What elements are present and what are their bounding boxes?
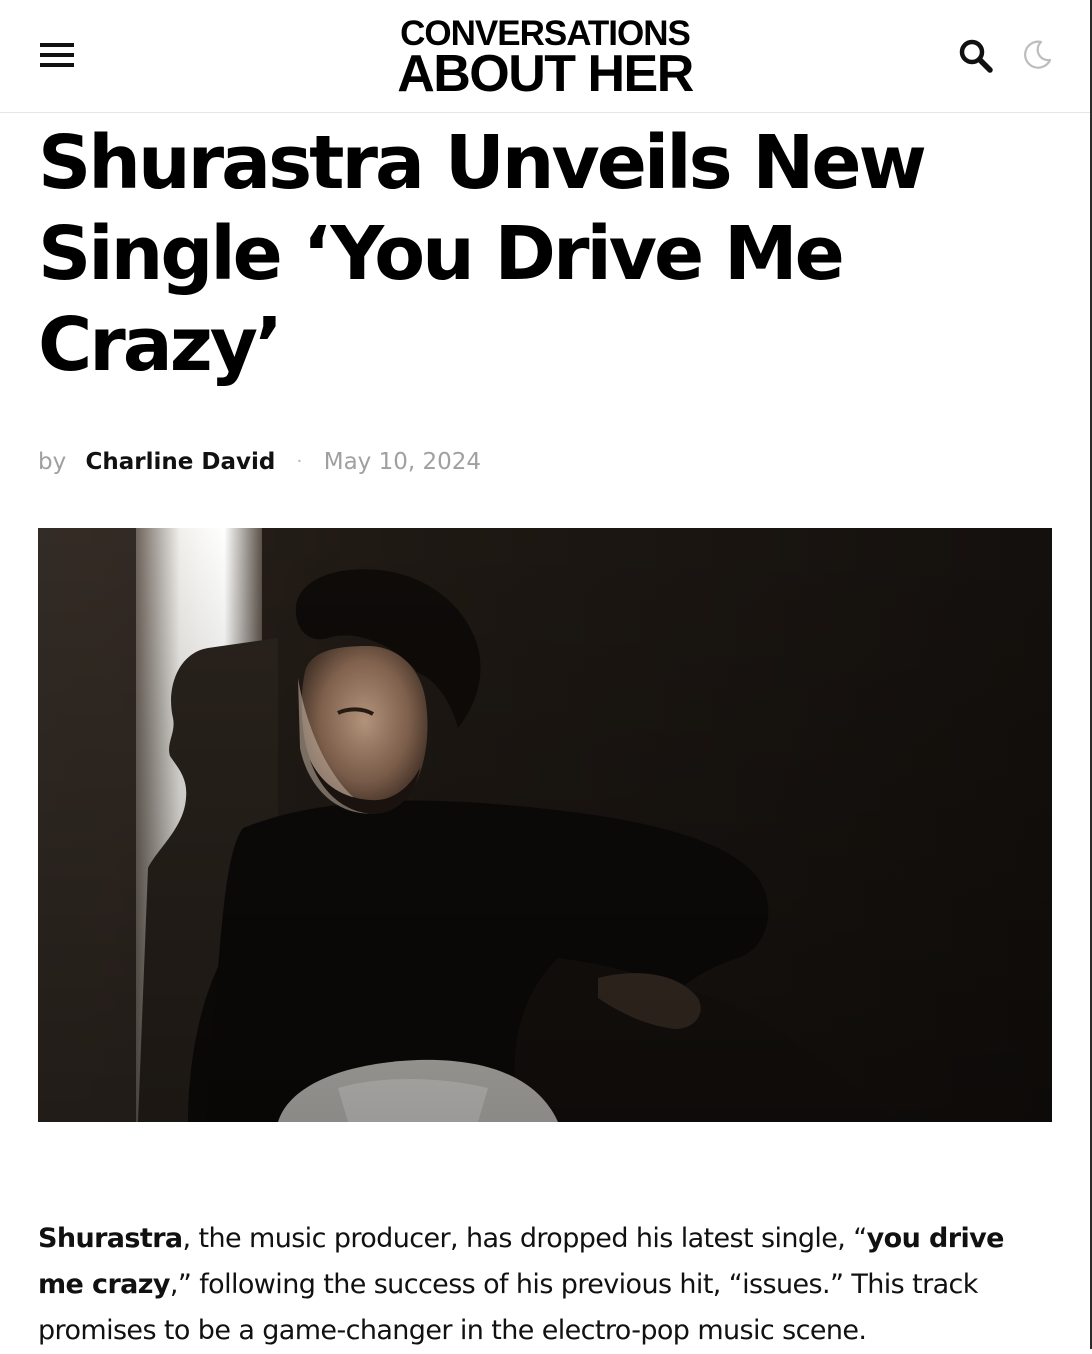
search-icon	[959, 39, 993, 73]
logo-line-2: ABOUT HER	[397, 45, 694, 103]
site-header: CONVERSATIONS ABOUT HER	[0, 0, 1090, 113]
byline-prefix: by	[38, 449, 67, 475]
moon-icon	[1024, 40, 1052, 69]
man-portrait-in-shadow	[38, 528, 1052, 1122]
site-logo[interactable]: CONVERSATIONS ABOUT HER	[0, 16, 1090, 100]
theme-toggle-button[interactable]	[1020, 38, 1054, 72]
intro-text-2: ,” following the success of his previous…	[38, 1269, 978, 1346]
author-link[interactable]: Charline David	[86, 449, 276, 475]
article-intro: Shurastra, the music producer, has dropp…	[38, 1216, 1048, 1354]
artist-name: Shurastra	[38, 1223, 183, 1254]
search-button[interactable]	[956, 36, 996, 76]
hero-image	[38, 528, 1052, 1122]
article-byline: by Charline David · May 10, 2024	[38, 447, 481, 477]
publish-date: May 10, 2024	[323, 449, 482, 475]
intro-text-1: , the music producer, has dropped his la…	[182, 1223, 868, 1254]
article-title: Shurastra Unveils New Single ‘You Drive …	[38, 120, 927, 388]
byline-separator: ·	[296, 451, 303, 472]
